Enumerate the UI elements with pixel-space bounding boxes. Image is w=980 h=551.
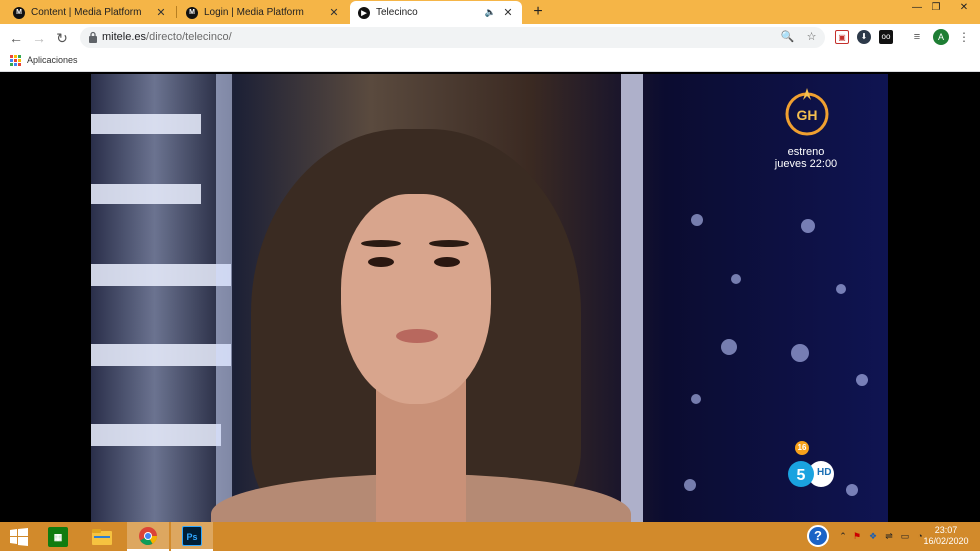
url-path: /directo/telecinco/: [146, 31, 232, 43]
profile-avatar[interactable]: A: [933, 29, 949, 45]
url-text[interactable]: mitele.es/directo/telecinco/: [102, 31, 232, 43]
media-queue-icon[interactable]: ≡: [910, 30, 924, 44]
tray-overflow-icon[interactable]: ⌃: [837, 530, 849, 542]
audio-playing-icon[interactable]: 🔈: [485, 7, 496, 18]
studio-light-stripe: [91, 184, 201, 204]
tab-login-media-platform[interactable]: M Login | Media Platform ✕: [178, 1, 348, 24]
lock-icon[interactable]: [88, 31, 98, 43]
back-button[interactable]: ←: [7, 29, 25, 47]
tray-network-icon[interactable]: ▭: [899, 530, 911, 542]
tab-title: Telecinco: [376, 7, 418, 18]
bokeh-light: [731, 274, 741, 284]
chrome-icon: [139, 526, 157, 545]
taskbar-file-explorer[interactable]: [83, 522, 121, 551]
studio-light-stripe: [91, 264, 231, 286]
new-tab-button[interactable]: +: [529, 3, 547, 21]
studio-light-stripe: [91, 424, 221, 446]
taskbar-calculator[interactable]: ▦: [39, 522, 77, 551]
reload-button[interactable]: ↻: [53, 29, 71, 47]
browser-toolbar: ← → ↻ mitele.es/directo/telecinco/ 🔍 ☆ ▣…: [0, 24, 980, 51]
bookmark-star-icon[interactable]: ☆: [804, 30, 819, 45]
promo-line-2: jueves 22:00: [774, 158, 838, 170]
windows-start-icon: [10, 527, 28, 546]
presenter-lips: [396, 329, 438, 343]
bokeh-light: [691, 394, 701, 404]
close-tab-icon[interactable]: ✕: [328, 6, 340, 19]
tray-flag-icon[interactable]: ⚑: [851, 530, 863, 542]
forward-button[interactable]: →: [30, 29, 48, 47]
bokeh-light: [691, 214, 703, 226]
clock-time: 23:07: [934, 525, 958, 535]
tab-content-media-platform[interactable]: M Content | Media Platform ✕: [5, 1, 175, 24]
close-window-button[interactable]: ✕: [950, 0, 978, 16]
start-button[interactable]: [0, 522, 38, 551]
bokeh-light: [801, 219, 815, 233]
tab-strip: M Content | Media Platform ✕ M Login | M…: [0, 0, 980, 24]
photoshop-icon: Ps: [182, 525, 202, 546]
extension-download-icon[interactable]: ⬇: [857, 30, 871, 44]
tab-divider: [176, 6, 177, 18]
close-tab-icon[interactable]: ✕: [155, 6, 167, 19]
studio-light-stripe: [91, 344, 231, 366]
promo-text: estreno jueves 22:00: [761, 146, 851, 170]
tray-usb-icon[interactable]: ⇌: [883, 530, 895, 542]
windows-taskbar: ▦ Ps ? ⌃ ⚑ ❖ ⇌ ▭ ◔ 23:07 16/02/2020: [0, 522, 980, 551]
bokeh-light: [791, 344, 809, 362]
mitele-favicon-icon: ▶: [358, 6, 370, 19]
studio-light-column: [216, 74, 232, 522]
file-explorer-icon: [92, 528, 112, 545]
presenter-face: [341, 194, 491, 404]
address-bar[interactable]: mitele.es/directo/telecinco/ 🔍 ☆: [80, 27, 825, 48]
bokeh-light: [836, 284, 846, 294]
taskbar-clock[interactable]: 23:07 16/02/2020: [918, 525, 974, 547]
bokeh-light: [856, 374, 868, 386]
tab-title: Content | Media Platform: [31, 7, 142, 18]
svg-text:5: 5: [797, 467, 806, 484]
presenter-left-eye: [368, 257, 394, 267]
taskbar-chrome[interactable]: [127, 522, 169, 551]
zoom-icon[interactable]: 🔍: [780, 30, 795, 45]
media-platform-favicon-icon: M: [186, 6, 198, 19]
close-tab-icon[interactable]: ✕: [502, 6, 514, 19]
clock-date: 16/02/2020: [923, 536, 969, 546]
presenter-right-brow: [429, 240, 469, 247]
channel-hd-label: HD: [817, 467, 832, 478]
maximize-button[interactable]: ❐: [922, 0, 950, 16]
page-content: GH estreno jueves 22:00 16 5 HD: [0, 72, 980, 522]
bokeh-light: [684, 479, 696, 491]
media-platform-favicon-icon: M: [13, 6, 25, 19]
help-button[interactable]: ?: [807, 525, 829, 547]
url-domain: mitele.es: [102, 31, 147, 43]
menu-kebab-icon[interactable]: ⋮: [958, 29, 970, 45]
tab-telecinco[interactable]: ▶ Telecinco 🔈 ✕: [350, 1, 522, 24]
taskbar-photoshop[interactable]: Ps: [171, 522, 213, 551]
show-promo-logo-icon: GH: [785, 88, 829, 136]
apps-bookmark-link[interactable]: Aplicaciones: [27, 55, 78, 65]
live-video-player[interactable]: GH estreno jueves 22:00 16 5 HD: [91, 74, 888, 522]
extension-shield-icon[interactable]: ▣: [835, 30, 849, 44]
bookmarks-bar: Aplicaciones: [0, 51, 980, 72]
studio-light-stripe: [91, 114, 201, 134]
svg-text:GH: GH: [797, 107, 818, 123]
presenter-right-eye: [434, 257, 460, 267]
bokeh-light: [721, 339, 737, 355]
tray-dropbox-icon[interactable]: ❖: [867, 530, 879, 542]
presenter-left-brow: [361, 240, 401, 247]
apps-grid-icon[interactable]: [10, 55, 21, 66]
extension-oo-icon[interactable]: oo: [879, 30, 893, 44]
tab-title: Login | Media Platform: [204, 7, 304, 18]
promo-line-1: estreno: [787, 146, 825, 158]
bokeh-light: [846, 484, 858, 496]
age-rating-badge: 16: [795, 441, 809, 455]
studio-light-column: [621, 74, 643, 522]
calculator-icon: ▦: [48, 526, 68, 547]
